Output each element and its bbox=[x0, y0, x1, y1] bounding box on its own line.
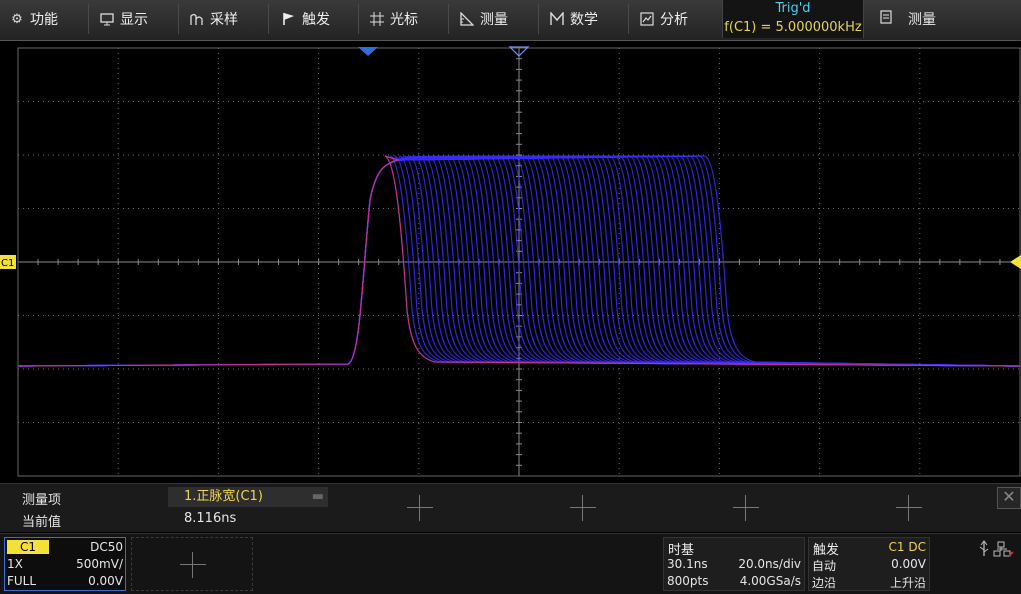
flag-icon bbox=[282, 12, 296, 26]
ruler-icon bbox=[460, 12, 474, 26]
timebase-info[interactable]: 时基 30.1ns 20.0ns/div 800pts 4.00GSa/s bbox=[663, 537, 805, 591]
channel1-tag: C1 bbox=[7, 540, 49, 554]
trigger-mode: 自动 bbox=[812, 559, 837, 573]
menu-cursors-label: 光标 bbox=[390, 12, 418, 28]
trigger-slope: 上升沿 bbox=[889, 576, 926, 590]
menu-display-label: 显示 bbox=[120, 12, 148, 28]
add-icon bbox=[180, 552, 206, 578]
timebase-title: 时基 bbox=[668, 543, 695, 558]
trigger-type: 边沿 bbox=[812, 576, 837, 590]
measure-item-value: 8.116ns bbox=[184, 511, 237, 526]
network-icon bbox=[993, 541, 1014, 557]
empty-measure-slot[interactable] bbox=[896, 495, 922, 521]
menu-measure[interactable]: 测量 bbox=[460, 0, 508, 38]
trigger-position-marker bbox=[358, 47, 378, 56]
timebase-scale: 20.0ns/div bbox=[738, 557, 801, 571]
measure-button-label: 测量 bbox=[908, 12, 936, 28]
empty-measure-slot[interactable] bbox=[570, 495, 596, 521]
close-measure-button[interactable]: ✕ bbox=[997, 487, 1021, 509]
measure-item-name[interactable]: 1.正脉宽(C1) ▬ bbox=[168, 487, 328, 507]
channel1-probe: 1X bbox=[7, 557, 23, 571]
frequency-readout: f(C1) = 5.000000kHz bbox=[724, 20, 862, 35]
menu-function-label: 功能 bbox=[30, 12, 58, 28]
trigger-status: Trig'd bbox=[775, 1, 811, 16]
menu-sampling[interactable]: 采样 bbox=[190, 0, 238, 38]
gear-icon: ⚙ bbox=[11, 11, 23, 27]
waveform-display[interactable]: C1 bbox=[0, 40, 1021, 480]
cursor-icon bbox=[370, 12, 384, 26]
trigger-level: 0.00V bbox=[891, 557, 926, 571]
usb-icon bbox=[979, 540, 989, 556]
timebase-delay: 30.1ns bbox=[667, 557, 708, 571]
trigger-status-box: Trig'd f(C1) = 5.000000kHz bbox=[722, 0, 864, 38]
menu-math-label: 数学 bbox=[570, 12, 598, 28]
channel1-offset: 0.00V bbox=[88, 574, 123, 588]
channel1-coupling: DC50 bbox=[90, 540, 123, 554]
trigger-title: 触发 bbox=[813, 543, 840, 558]
empty-measure-slot[interactable] bbox=[733, 495, 759, 521]
system-status bbox=[976, 540, 1016, 558]
channel1-bandwidth: FULL bbox=[7, 574, 37, 588]
timebase-points: 800pts bbox=[667, 574, 709, 588]
menu-function[interactable]: ⚙ 功能 bbox=[10, 0, 58, 38]
channel1-info[interactable]: C1 DC50 1X 500mV/ FULL 0.00V bbox=[4, 537, 126, 591]
channel1-scale: 500mV/ bbox=[76, 557, 123, 571]
sampling-icon bbox=[190, 12, 204, 26]
analysis-icon bbox=[640, 12, 654, 26]
current-value-label: 当前值 bbox=[22, 515, 62, 530]
timebase-sample-rate: 4.00GSa/s bbox=[739, 574, 801, 588]
menu-analysis[interactable]: 分析 bbox=[640, 0, 688, 38]
monitor-icon bbox=[100, 12, 114, 26]
menu-measure-label: 测量 bbox=[480, 12, 508, 28]
measurement-panel: 测量项 当前值 1.正脉宽(C1) ▬ 8.116ns bbox=[0, 483, 1021, 532]
trigger-source: C1 DC bbox=[888, 540, 926, 554]
math-icon bbox=[550, 12, 564, 26]
channel1-ground-label: C1 bbox=[1, 258, 14, 269]
empty-measure-slot[interactable] bbox=[407, 495, 433, 521]
waveform-canvas[interactable]: C1 bbox=[0, 40, 1021, 480]
menu-trigger[interactable]: 触发 bbox=[282, 0, 330, 38]
trigger-level-marker bbox=[1010, 255, 1021, 269]
menu-display[interactable]: 显示 bbox=[100, 0, 148, 38]
menu-sampling-label: 采样 bbox=[210, 12, 238, 28]
add-channel-slot[interactable] bbox=[131, 537, 253, 591]
close-icon: ✕ bbox=[1002, 487, 1016, 506]
menu-math[interactable]: 数学 bbox=[550, 0, 598, 38]
menu-analysis-label: 分析 bbox=[660, 12, 688, 28]
menu-trigger-label: 触发 bbox=[302, 12, 330, 28]
menu-cursors[interactable]: 光标 bbox=[370, 0, 418, 38]
trigger-info[interactable]: 触发 C1 DC 自动 0.00V 边沿 上升沿 bbox=[808, 537, 930, 591]
menu-bar: ⚙ 功能 显示 采样 触发 光标 测量 数学 分析 Trig'd f(C1) =… bbox=[0, 0, 1021, 41]
measure-item-header: 测量项 bbox=[22, 493, 62, 508]
clipboard-icon bbox=[880, 10, 892, 28]
measure-button[interactable]: 测量 bbox=[880, 0, 936, 38]
